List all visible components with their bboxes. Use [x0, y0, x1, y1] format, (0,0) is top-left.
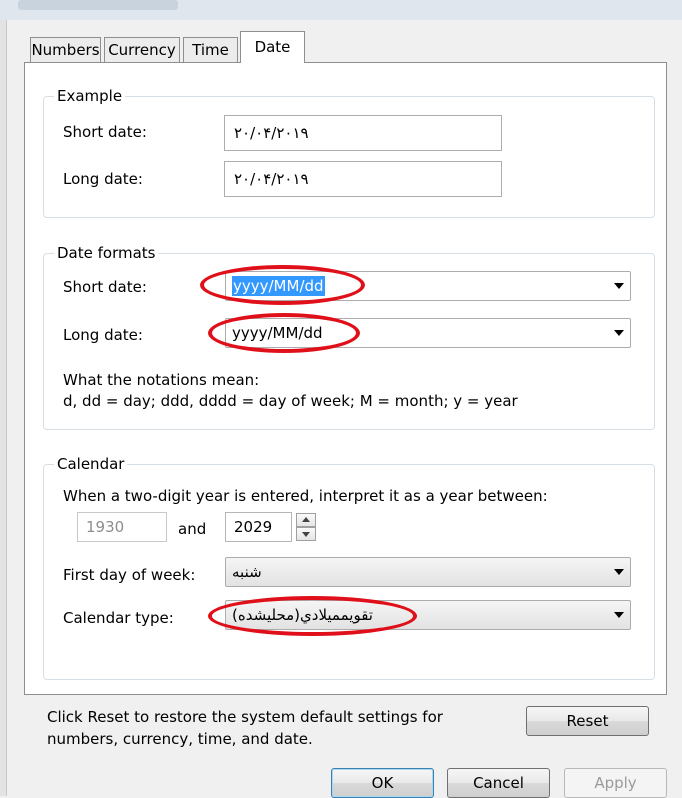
tab-numbers[interactable]: Numbers: [30, 37, 101, 62]
dropdown-arrow-icon[interactable]: [614, 330, 624, 336]
example-long-date-label: Long date:: [63, 170, 143, 188]
reset-description: Click Reset to restore the system defaul…: [47, 708, 443, 748]
tab-date[interactable]: Date: [240, 31, 305, 63]
tab-time[interactable]: Time: [183, 37, 238, 62]
window-left-edge: [0, 20, 7, 796]
calendar-type-label: Calendar type:: [63, 609, 174, 627]
dropdown-arrow-icon[interactable]: [614, 569, 624, 575]
short-date-format-label: Short date:: [63, 278, 147, 296]
reset-button[interactable]: Reset: [526, 706, 649, 736]
short-date-format-combo[interactable]: yyyy/MM/dd: [225, 271, 631, 301]
calendar-type-value[interactable]: تقويممیلادي(محلیشده): [232, 601, 373, 629]
example-group: Example Short date: ۲۰/۰۴/۲۰۱۹ Long date…: [43, 86, 655, 218]
long-date-format-value[interactable]: yyyy/MM/dd: [232, 319, 323, 347]
example-short-date-value: ۲۰/۰۴/۲۰۱۹: [224, 115, 502, 151]
year-to-input[interactable]: 2029: [225, 512, 292, 542]
cancel-button[interactable]: Cancel: [447, 768, 550, 798]
long-date-format-combo[interactable]: yyyy/MM/dd: [225, 318, 631, 348]
short-date-format-value[interactable]: yyyy/MM/dd: [232, 276, 325, 296]
example-short-date-label: Short date:: [63, 123, 147, 141]
first-day-of-week-combo[interactable]: شنبه: [225, 557, 631, 587]
and-label: and: [178, 520, 207, 538]
date-formats-group: Date formats Short date: yyyy/MM/dd Long…: [43, 243, 655, 430]
ok-button[interactable]: OK: [331, 768, 434, 798]
year-from-input: 1930: [77, 512, 167, 542]
calendar-group: Calendar When a two-digit year is entere…: [43, 454, 655, 680]
dropdown-arrow-icon[interactable]: [614, 612, 624, 618]
notations-title: What the notations mean:: [63, 371, 260, 389]
dropdown-arrow-icon[interactable]: [614, 283, 624, 289]
first-day-of-week-label: First day of week:: [63, 566, 196, 584]
date-tab-panel: Example Short date: ۲۰/۰۴/۲۰۱۹ Long date…: [24, 62, 667, 748]
title-bar-strip: [0, 0, 682, 20]
calendar-group-title: Calendar: [54, 454, 128, 474]
notations-text: d, dd = day; ddd, dddd = day of week; M …: [63, 392, 518, 410]
tab-currency[interactable]: Currency: [104, 37, 180, 62]
spin-up-icon[interactable]: [296, 513, 316, 527]
example-group-title: Example: [54, 86, 126, 106]
calendar-type-combo[interactable]: تقويممیلادي(محلیشده): [225, 600, 631, 630]
two-digit-year-text: When a two-digit year is entered, interp…: [63, 487, 548, 505]
year-spinner[interactable]: [296, 513, 316, 541]
spin-down-icon[interactable]: [296, 527, 316, 541]
example-long-date-value: ۲۰/۰۴/۲۰۱۹: [224, 161, 502, 197]
apply-button: Apply: [564, 768, 667, 798]
date-formats-group-title: Date formats: [54, 243, 159, 263]
first-day-of-week-value[interactable]: شنبه: [232, 558, 262, 586]
title-bar-blur: [18, 0, 178, 10]
long-date-format-label: Long date:: [63, 326, 143, 344]
